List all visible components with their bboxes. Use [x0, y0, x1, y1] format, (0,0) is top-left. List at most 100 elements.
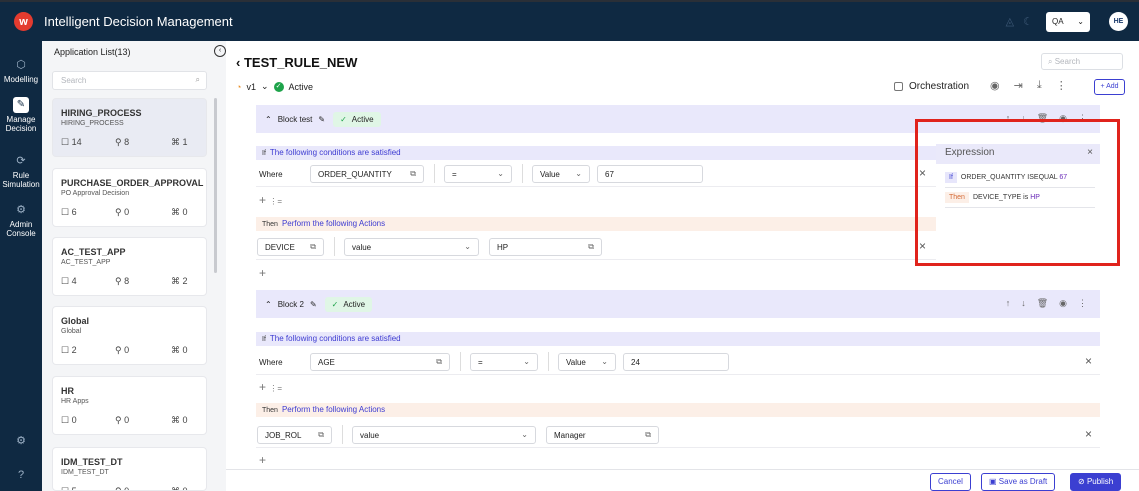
action-value-input[interactable]: HP ⧉ [489, 238, 602, 256]
action-type-select[interactable]: value ⌄ [352, 426, 536, 444]
check-circle-icon: ✓ [273, 81, 284, 92]
nav-modelling[interactable]: ⬡ Modelling [0, 57, 42, 84]
rule-block: ⌃ Block 2 ✎ ✓ Active ↑ ↓ 🗑 ◉ ⋮ If The following… [256, 290, 1100, 470]
value-input[interactable]: 67 [597, 165, 703, 183]
app-card[interactable]: PURCHASE_ORDER_APPROVAL PO Approval Decis… [52, 168, 207, 227]
eye-icon[interactable]: ◉ [1059, 298, 1067, 309]
orchestration-checkbox[interactable] [894, 82, 903, 91]
app-card[interactable]: HR HR Apps ☐ 0 ⚲ 0 ⌘ 0 [52, 376, 207, 435]
back-icon[interactable]: ‹ [236, 55, 240, 70]
value-type-select[interactable]: Value ⌄ [558, 353, 616, 371]
environment-select[interactable]: QA ⌄ [1046, 11, 1090, 32]
add-button[interactable]: + Add [1094, 79, 1125, 95]
operator-select[interactable]: = ⌄ [444, 165, 512, 183]
collapse-icon[interactable]: ‹ [214, 45, 226, 57]
nav-manage-decision[interactable]: ✎ Manage Decision [0, 97, 42, 133]
action-value-input[interactable]: Manager ⧉ [546, 426, 659, 444]
copy-icon: ⧉ [436, 357, 442, 366]
flows-count: ⚲ 0 [115, 207, 130, 217]
block-header[interactable]: ⌃ Block 2 ✎ ✓ Active ↑ ↓ 🗑 ◉ ⋮ [256, 290, 1100, 318]
refresh-icon: ⟳ [16, 155, 26, 167]
more-icon[interactable]: ⋮ [1056, 79, 1067, 92]
bell-icon[interactable]: ◬ [1006, 15, 1014, 28]
status-badge: ✓ Active [324, 296, 373, 312]
add-condition-icon[interactable]: + ⋮= [259, 193, 282, 207]
edit-icon: ✎ [13, 97, 29, 113]
edit-icon[interactable]: ✎ [318, 115, 325, 124]
application-list: Application List(13) Search ⌕ HIRING_PROC… [42, 41, 225, 491]
rule-title[interactable]: ‹ TEST_RULE_NEW [236, 55, 357, 70]
value-type-select[interactable]: Value ⌄ [532, 165, 590, 183]
condition-row: Where AGE ⧉ = ⌄ Value ⌄ 24 × [256, 348, 1100, 375]
publish-button[interactable]: ⊘ Publish [1070, 473, 1122, 491]
tables-count: ⌘ 0 [171, 345, 188, 355]
tables-count: ⌘ 2 [171, 276, 188, 286]
nav-rule-simulation[interactable]: ⟳ Rule Simulation [0, 153, 42, 189]
operator-select[interactable]: = ⌄ [470, 353, 538, 371]
help-icon: ? [17, 469, 25, 481]
version-select[interactable]: ◔ v1 ⌄ ✓ Active [236, 81, 313, 92]
add-action-icon[interactable]: + [259, 453, 266, 467]
action-row: JOB_ROL ⧉ value ⌄ Manager ⧉ × [256, 421, 1100, 448]
tables-count: ⌘ 0 [171, 486, 188, 491]
nav-admin-console[interactable]: ⚙ Admin Console [0, 202, 42, 238]
import-icon[interactable]: ⇥ [1014, 79, 1023, 92]
chevron-down-icon: ⌄ [523, 357, 530, 366]
add-condition-icon[interactable]: + ⋮= [259, 380, 282, 394]
app-card[interactable]: AC_TEST_APP AC_TEST_APP ☐ 4 ⚲ 8 ⌘ 2 [52, 237, 207, 296]
rules-count: ☐ 2 [61, 345, 77, 355]
action-field[interactable]: DEVICE ⧉ [257, 238, 324, 256]
close-icon[interactable]: × [1085, 354, 1092, 368]
edit-icon[interactable]: ✎ [310, 300, 317, 309]
copy-icon: ⧉ [410, 169, 416, 178]
save-draft-button[interactable]: ▣ Save as Draft [981, 473, 1056, 491]
gear-icon: ⚙ [16, 204, 26, 216]
close-icon[interactable]: × [1085, 427, 1092, 441]
add-action-icon[interactable]: + [259, 266, 266, 280]
chevron-down-icon: ⌄ [601, 357, 608, 366]
version-icon: ◔ [236, 81, 242, 92]
flows-count: ⚲ 0 [115, 345, 130, 355]
action-field[interactable]: JOB_ROL ⧉ [257, 426, 332, 444]
rules-count: ☐ 0 [61, 415, 77, 425]
cancel-button[interactable]: Cancel [930, 473, 971, 491]
moon-icon[interactable]: ☾ [1023, 15, 1033, 28]
app-card[interactable]: HIRING_PROCESS HIRING_PROCESS ☐ 14 ⚲ 8 ⌘ … [52, 98, 207, 157]
app-search-input[interactable]: Search ⌕ [52, 71, 207, 90]
search-icon: ⌕ [195, 75, 200, 84]
status-badge: ✓ Active [333, 111, 381, 127]
field-selector[interactable]: AGE ⧉ [310, 353, 450, 371]
highlight-box [915, 119, 1120, 266]
settings-nav[interactable]: ⚙ [0, 433, 42, 451]
application-list-title: Application List(13) [54, 47, 131, 57]
side-nav: ⬡ Modelling ✎ Manage Decision ⟳ Rule Simula… [0, 41, 42, 491]
app-logo[interactable]: w [14, 12, 33, 31]
rule-search-input[interactable]: ⌕ Search [1041, 53, 1123, 70]
chevron-down-icon: ⌄ [464, 242, 471, 251]
download-icon[interactable]: ⤓ [1037, 79, 1042, 92]
orchestration-toggle[interactable]: Orchestration [894, 81, 969, 92]
help-nav[interactable]: ? [0, 467, 42, 485]
arrow-down-icon[interactable]: ↓ [1021, 298, 1026, 309]
more-icon[interactable]: ⋮ [1078, 298, 1087, 309]
app-card[interactable]: Global Global ☐ 2 ⚲ 0 ⌘ 0 [52, 306, 207, 365]
action-type-select[interactable]: value ⌄ [344, 238, 479, 256]
eye-icon[interactable]: ◉ [990, 79, 1000, 92]
flows-count: ⚲ 0 [115, 415, 130, 425]
delete-icon[interactable]: 🗑 [1037, 298, 1048, 309]
arrow-up-icon[interactable]: ↑ [1006, 298, 1011, 309]
value-input[interactable]: 24 [623, 353, 729, 371]
app-card[interactable]: IDM_TEST_DT IDM_TEST_DT ☐ 5 ⚲ 0 ⌘ 0 [52, 447, 207, 491]
block-name: Block 2 [277, 299, 304, 309]
chevron-down-icon: ⌄ [521, 430, 528, 439]
top-bar: w Intelligent Decision Management ◬ ☾ QA… [0, 0, 1139, 41]
chevron-down-icon: ⌄ [497, 169, 504, 178]
avatar[interactable]: HE [1109, 12, 1128, 31]
chevron-down-icon: ⌄ [575, 169, 582, 178]
tables-count: ⌘ 0 [171, 207, 188, 217]
condition-header: If The following conditions are satisfied [256, 332, 1100, 346]
scrollbar[interactable] [214, 98, 217, 273]
field-selector[interactable]: ORDER_QUANTITY ⧉ [310, 165, 424, 183]
flows-count: ⚲ 8 [115, 137, 130, 147]
copy-icon: ⧉ [318, 430, 324, 439]
